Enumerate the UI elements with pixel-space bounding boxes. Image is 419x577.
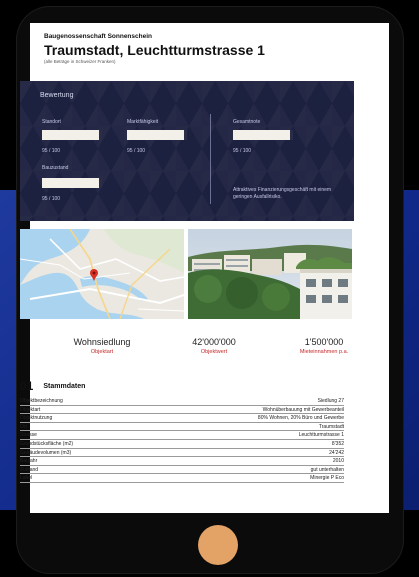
rating-remark: Attraktives Finanzierungsgeschäft mit ei…: [233, 187, 332, 200]
kpi-value: Wohnsiedlung: [73, 337, 131, 347]
kpi-label: Objektart: [90, 349, 114, 355]
gesamtnote-value: 95 / 100: [233, 148, 252, 154]
section-heading: 01 Stammdaten: [20, 377, 85, 395]
row-value: 24'242: [329, 449, 344, 456]
location-map[interactable]: [20, 229, 184, 319]
standort-bar: [42, 130, 102, 140]
gesamtnote-bar: [233, 130, 293, 140]
photo-graphic: [188, 229, 352, 319]
row-key: Baujahr: [20, 458, 38, 465]
row-key: Zustand: [20, 466, 39, 473]
row-key: Gebäudevolumen (m3): [20, 449, 72, 456]
standort-value: 95 / 100: [42, 148, 61, 154]
rating-heading: Bewertung: [40, 92, 74, 99]
kpi-label: Objektwert: [200, 349, 228, 355]
marktfaehigkeit-value: 95 / 100: [127, 148, 146, 154]
row-value: Traumstadt: [318, 423, 344, 430]
table-row: Grundstücksfläche (m2) 8'352: [20, 440, 344, 449]
master-data-table: Objektbezeichnung Siedlung 27 Objektart Wo…: [20, 397, 344, 483]
building-photo: [188, 229, 352, 319]
cooperative-name: Baugenossenschaft Sonnenschein: [44, 33, 152, 40]
table-row: Strasse Leuchtturmstrasse 1: [20, 431, 344, 440]
gesamtnote-label: Gesamtnote: [233, 119, 261, 125]
kpi-value: 1'500'000: [304, 337, 344, 347]
currency-note: (alle Beträge in Schweizer Franken): [44, 59, 116, 64]
table-row: Baujahr 2010: [20, 457, 344, 466]
bauzustand-label: Bauzustand: [42, 165, 69, 171]
table-row: Zustand gut unterhalten: [20, 466, 344, 475]
table-row: Objektbezeichnung Siedlung 27: [20, 397, 344, 406]
row-key: Grundstücksfläche (m2): [20, 440, 74, 447]
row-key: Strasse: [20, 432, 37, 439]
row-value: Siedlung 27: [317, 398, 344, 404]
row-value: Leuchtturmstrasse 1: [298, 432, 344, 439]
document-header: Baugenossenschaft Sonnenschein Traumstad…: [30, 23, 389, 64]
kpi-objektwert: 42'000'000 Objektwert: [164, 337, 264, 355]
marktfaehigkeit-label: Marktfähigkeit: [127, 119, 159, 125]
kpi-objektart: Wohnsiedlung Objektart: [52, 337, 152, 355]
kpi-mieteinnahmen: 1'500'000 Mieteinnahmen p.a.: [274, 337, 374, 355]
row-key: Objektbezeichnung: [20, 398, 63, 404]
kpi-label: Mieteinnahmen p.a.: [299, 349, 349, 355]
row-key: Ort: [20, 423, 27, 430]
bauzustand-value: 95 / 100: [42, 196, 61, 202]
table-row: Objektnutzung 80% Wohnen, 20% Büro und Ge…: [20, 414, 344, 423]
standort-label: Standort: [42, 119, 61, 125]
row-value: Minergie P Eco: [310, 475, 344, 482]
rating-divider: [210, 114, 211, 204]
table-row: Objektart Wohnüberbauung mit Gewerbeantei…: [20, 406, 344, 415]
table-row: Label Minergie P Eco: [20, 474, 344, 483]
table-row: Ort Traumstadt: [20, 423, 344, 432]
row-value: 8'352: [331, 440, 344, 447]
kpi-value: 42'000'000: [192, 337, 236, 347]
rating-panel: Bewertung Standort 95 / 100 Marktfähigke…: [20, 81, 354, 221]
row-key: Label: [20, 475, 33, 482]
bauzustand-bar: [42, 178, 102, 188]
row-value: 2010: [332, 458, 344, 465]
row-key: Objektart: [20, 406, 41, 413]
table-row: Gebäudevolumen (m3) 24'242: [20, 449, 344, 458]
page-title: Traumstadt, Leuchtturmstrasse 1: [44, 42, 265, 58]
row-value: Wohnüberbauung mit Gewerbeanteil: [262, 406, 344, 413]
section-number: 01: [20, 379, 34, 393]
map-graphic: [20, 229, 184, 319]
row-key: Objektnutzung: [20, 415, 53, 422]
row-value: gut unterhalten: [310, 466, 344, 473]
marktfaehigkeit-bar: [127, 130, 187, 140]
row-value: 80% Wohnen, 20% Büro und Gewerbe: [257, 415, 344, 422]
section-name: Stammdaten: [43, 383, 86, 390]
home-button[interactable]: [198, 525, 238, 565]
